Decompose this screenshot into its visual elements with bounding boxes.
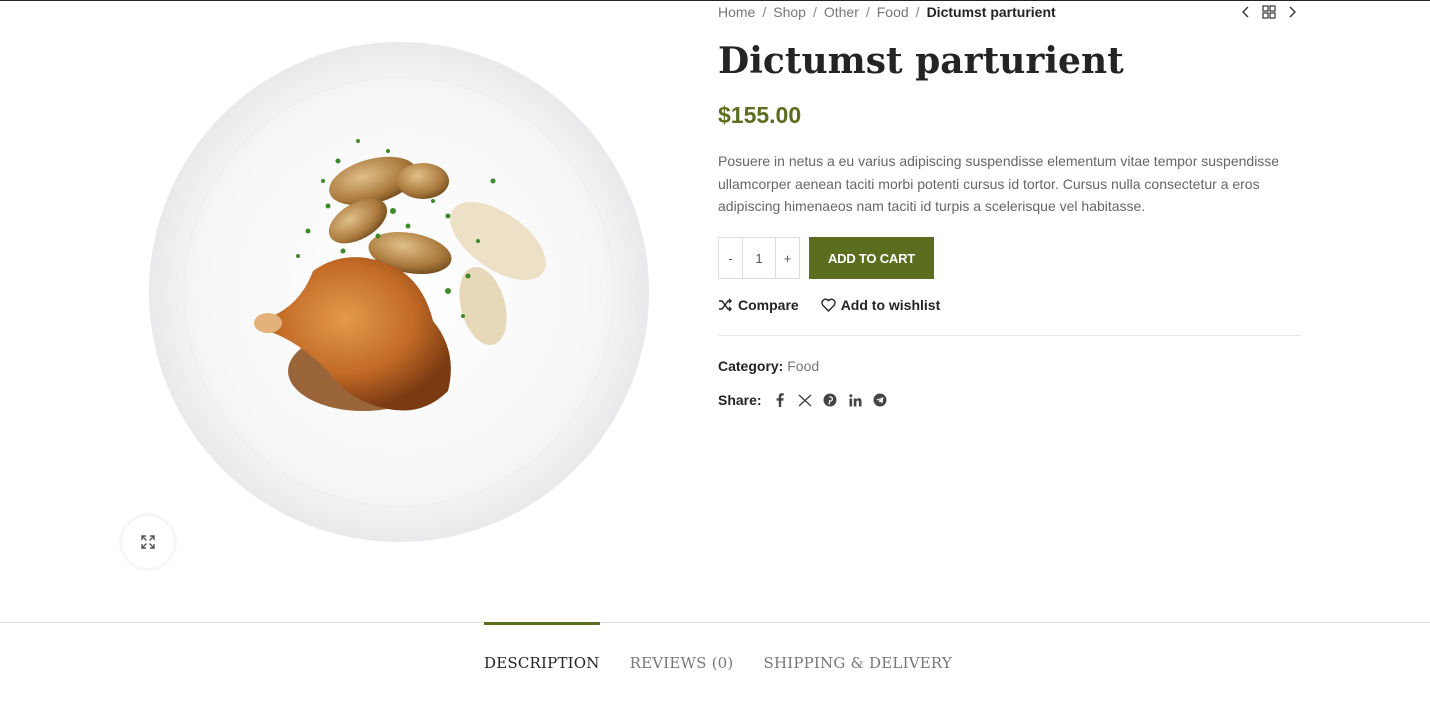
breadcrumb-separator: / [865, 4, 870, 20]
shuffle-icon [719, 298, 732, 312]
add-to-cart-button[interactable]: ADD TO CART [809, 237, 934, 279]
next-product-icon[interactable] [1287, 5, 1297, 19]
linkedin-icon[interactable] [843, 393, 868, 407]
zoom-button[interactable] [122, 516, 174, 568]
breadcrumb: Home / Shop / Other / Food / Dictumst parturient [718, 4, 1056, 20]
wishlist-button[interactable]: Add to wishlist [820, 297, 941, 313]
wishlist-label: Add to wishlist [840, 297, 941, 313]
share-section: Share: [718, 392, 893, 408]
product-image[interactable] [148, 41, 650, 543]
pinterest-icon[interactable] [818, 393, 843, 407]
quantity-stepper: - 1 + [718, 237, 800, 279]
product-price: $155.00 [718, 102, 802, 128]
breadcrumb-separator: / [762, 4, 767, 20]
quantity-minus-button[interactable]: - [719, 238, 743, 278]
facebook-icon[interactable] [768, 393, 793, 407]
product-category: Category: Food [718, 358, 819, 374]
product-short-description: Posuere in netus a eu varius adipiscing … [718, 153, 1280, 214]
product-tabs: DESCRIPTION REVIEWS (0) SHIPPING & DELIV… [484, 622, 982, 672]
tab-reviews[interactable]: REVIEWS (0) [630, 622, 734, 672]
breadcrumb-separator: / [812, 4, 817, 20]
category-link[interactable]: Food [787, 358, 819, 374]
product-actions: Compare Add to wishlist [718, 297, 962, 313]
breadcrumb-home[interactable]: Home [718, 4, 755, 20]
product-gallery [0, 0, 700, 600]
compare-button[interactable]: Compare [718, 297, 799, 313]
compare-label: Compare [738, 297, 799, 313]
expand-icon [141, 535, 155, 549]
product-navigation [1241, 4, 1297, 20]
breadcrumb-other[interactable]: Other [824, 4, 859, 20]
category-label: Category: [718, 358, 784, 374]
quantity-plus-button[interactable]: + [775, 238, 799, 278]
breadcrumb-separator: / [915, 4, 920, 20]
grid-icon[interactable] [1262, 5, 1276, 19]
x-twitter-icon[interactable] [793, 393, 818, 407]
breadcrumb-food[interactable]: Food [877, 4, 909, 20]
share-label: Share: [718, 392, 762, 408]
telegram-icon[interactable] [868, 393, 893, 407]
quantity-input[interactable]: 1 [743, 238, 775, 278]
summary-divider [718, 335, 1300, 336]
prev-product-icon[interactable] [1241, 5, 1251, 19]
breadcrumb-shop[interactable]: Shop [773, 4, 806, 20]
tab-description[interactable]: DESCRIPTION [484, 622, 600, 672]
product-title: Dictumst parturient [718, 40, 1124, 82]
breadcrumb-current: Dictumst parturient [926, 4, 1056, 20]
tab-shipping-delivery[interactable]: SHIPPING & DELIVERY [763, 622, 952, 672]
heart-icon [820, 298, 836, 312]
